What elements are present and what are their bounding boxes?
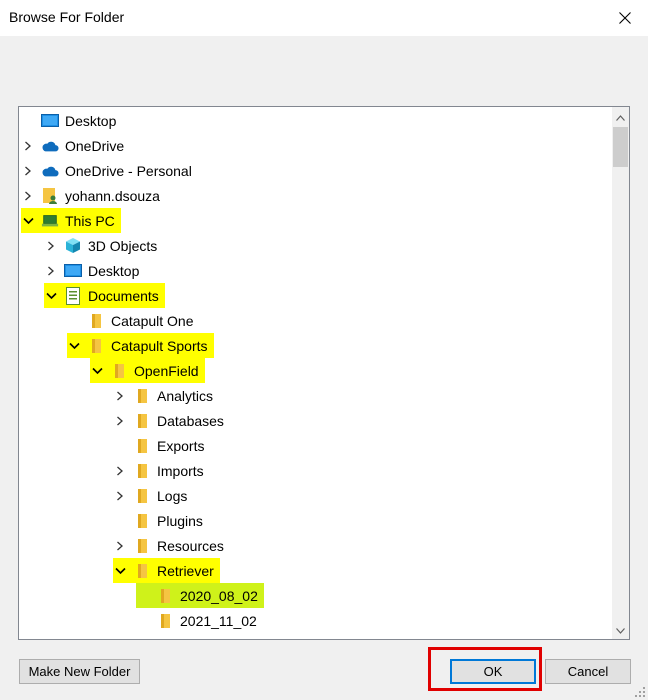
cancel-button[interactable]: Cancel	[545, 659, 631, 684]
folder-icon	[133, 437, 151, 455]
tree-item[interactable]: 2020_08_02	[136, 583, 264, 608]
folder-icon	[133, 512, 151, 530]
folder-icon	[133, 562, 151, 580]
tree-item-label: 2021_11_02	[180, 612, 257, 629]
folder-icon	[133, 462, 151, 480]
tree-item-label: Resources	[157, 537, 224, 554]
tree-item[interactable]: This PC	[21, 208, 121, 233]
resize-grip-icon[interactable]	[634, 686, 646, 698]
scroll-up-button[interactable]	[612, 109, 629, 126]
folder-icon	[156, 612, 174, 630]
tree-item[interactable]: OneDrive	[21, 133, 130, 158]
expander-placeholder	[136, 589, 150, 603]
cloud-icon	[41, 162, 59, 180]
tree-item-label: 3D Objects	[88, 237, 158, 254]
folder-icon	[133, 537, 151, 555]
tree-item-label: Desktop	[65, 112, 117, 129]
tree-item-label: Logs	[157, 487, 188, 504]
chevron-down-icon[interactable]	[44, 289, 58, 303]
tree-item-label: OpenField	[134, 362, 199, 379]
tree-item[interactable]: Analytics	[113, 383, 219, 408]
tree-item[interactable]: Imports	[113, 458, 210, 483]
folder-icon	[133, 412, 151, 430]
chevron-down-icon[interactable]	[90, 364, 104, 378]
close-button[interactable]	[602, 0, 648, 36]
chevron-right-icon[interactable]	[113, 389, 127, 403]
tree-item-label: Retriever	[157, 562, 214, 579]
tree-item[interactable]: Catapult One	[67, 308, 200, 333]
tree-item-label: OneDrive	[65, 137, 125, 154]
tree-item[interactable]: Desktop	[44, 258, 145, 283]
tree-item-label: This PC	[65, 212, 115, 229]
document-icon	[64, 286, 82, 305]
tree-item-label: OneDrive - Personal	[65, 162, 192, 179]
expander-placeholder	[113, 514, 127, 528]
scroll-thumb[interactable]	[613, 127, 628, 167]
chevron-right-icon[interactable]	[21, 189, 35, 203]
chevron-right-icon[interactable]	[113, 464, 127, 478]
window-title: Browse For Folder	[9, 9, 125, 25]
desktop-icon	[64, 262, 82, 280]
make-new-folder-button[interactable]: Make New Folder	[19, 659, 140, 684]
chevron-down-icon[interactable]	[67, 339, 81, 353]
tree-item[interactable]: Catapult Sports	[67, 333, 214, 358]
chevron-down-icon	[616, 627, 625, 634]
title-bar: Browse For Folder	[0, 0, 648, 36]
chevron-down-icon[interactable]	[113, 564, 127, 578]
tree-item-label: Imports	[157, 462, 204, 479]
tree-item-label: Analytics	[157, 387, 214, 404]
folder-icon	[133, 487, 151, 505]
tree-item-label: Catapult One	[111, 312, 194, 329]
annotation-highlight-box	[428, 647, 542, 691]
user-folder-icon	[41, 187, 59, 205]
tree-item[interactable]: 2021_11_02	[136, 608, 263, 633]
chevron-down-icon[interactable]	[21, 214, 35, 228]
chevron-right-icon[interactable]	[44, 239, 58, 253]
tree-item[interactable]: Desktop	[21, 108, 122, 133]
chevron-right-icon[interactable]	[113, 489, 127, 503]
tree-item[interactable]: Logs	[113, 483, 193, 508]
folder-icon	[133, 387, 151, 405]
expander-placeholder	[136, 614, 150, 628]
tree-item-label: Plugins	[157, 512, 203, 529]
chevron-right-icon[interactable]	[21, 139, 35, 153]
vertical-scrollbar[interactable]	[612, 107, 629, 639]
tree-item[interactable]: Plugins	[113, 508, 209, 533]
chevron-up-icon	[616, 114, 625, 121]
cloud-icon	[41, 137, 59, 155]
close-icon	[619, 12, 631, 24]
tree-item[interactable]: 3D Objects	[44, 233, 163, 258]
tree-item[interactable]: OneDrive - Personal	[21, 158, 198, 183]
tree-item[interactable]: yohann.dsouza	[21, 183, 166, 208]
tree-item[interactable]: OpenField	[90, 358, 205, 383]
desktop-icon	[41, 112, 59, 130]
folder-icon	[110, 362, 128, 380]
scroll-down-button[interactable]	[612, 622, 629, 639]
expander-placeholder	[113, 439, 127, 453]
tree-item-label: Databases	[157, 412, 224, 429]
folder-icon	[87, 337, 105, 355]
tree-item-label: yohann.dsouza	[65, 187, 160, 204]
expander-placeholder	[21, 114, 35, 128]
folder-tree[interactable]: Desktop OneDrive OneDrive - Personal yohann…	[18, 106, 630, 640]
tree-item[interactable]: Documents	[44, 283, 165, 308]
tree-item-label: Desktop	[88, 262, 140, 279]
chevron-right-icon[interactable]	[113, 539, 127, 553]
tree-item-label: Catapult Sports	[111, 337, 208, 354]
tree-item[interactable]: Exports	[113, 433, 210, 458]
expander-placeholder	[67, 314, 81, 328]
tree-item-label: 2020_08_02	[180, 587, 258, 604]
folder-icon	[87, 312, 105, 330]
tree-item[interactable]: Databases	[113, 408, 230, 433]
tree-item[interactable]: Resources	[113, 533, 230, 558]
chevron-right-icon[interactable]	[113, 414, 127, 428]
cube-icon	[64, 237, 82, 255]
pc-icon	[41, 212, 59, 230]
chevron-right-icon[interactable]	[21, 164, 35, 178]
folder-icon	[156, 587, 174, 605]
tree-item[interactable]: Retriever	[113, 558, 220, 583]
tree-item-label: Exports	[157, 437, 205, 454]
tree-item-label: Documents	[88, 287, 159, 304]
chevron-right-icon[interactable]	[44, 264, 58, 278]
